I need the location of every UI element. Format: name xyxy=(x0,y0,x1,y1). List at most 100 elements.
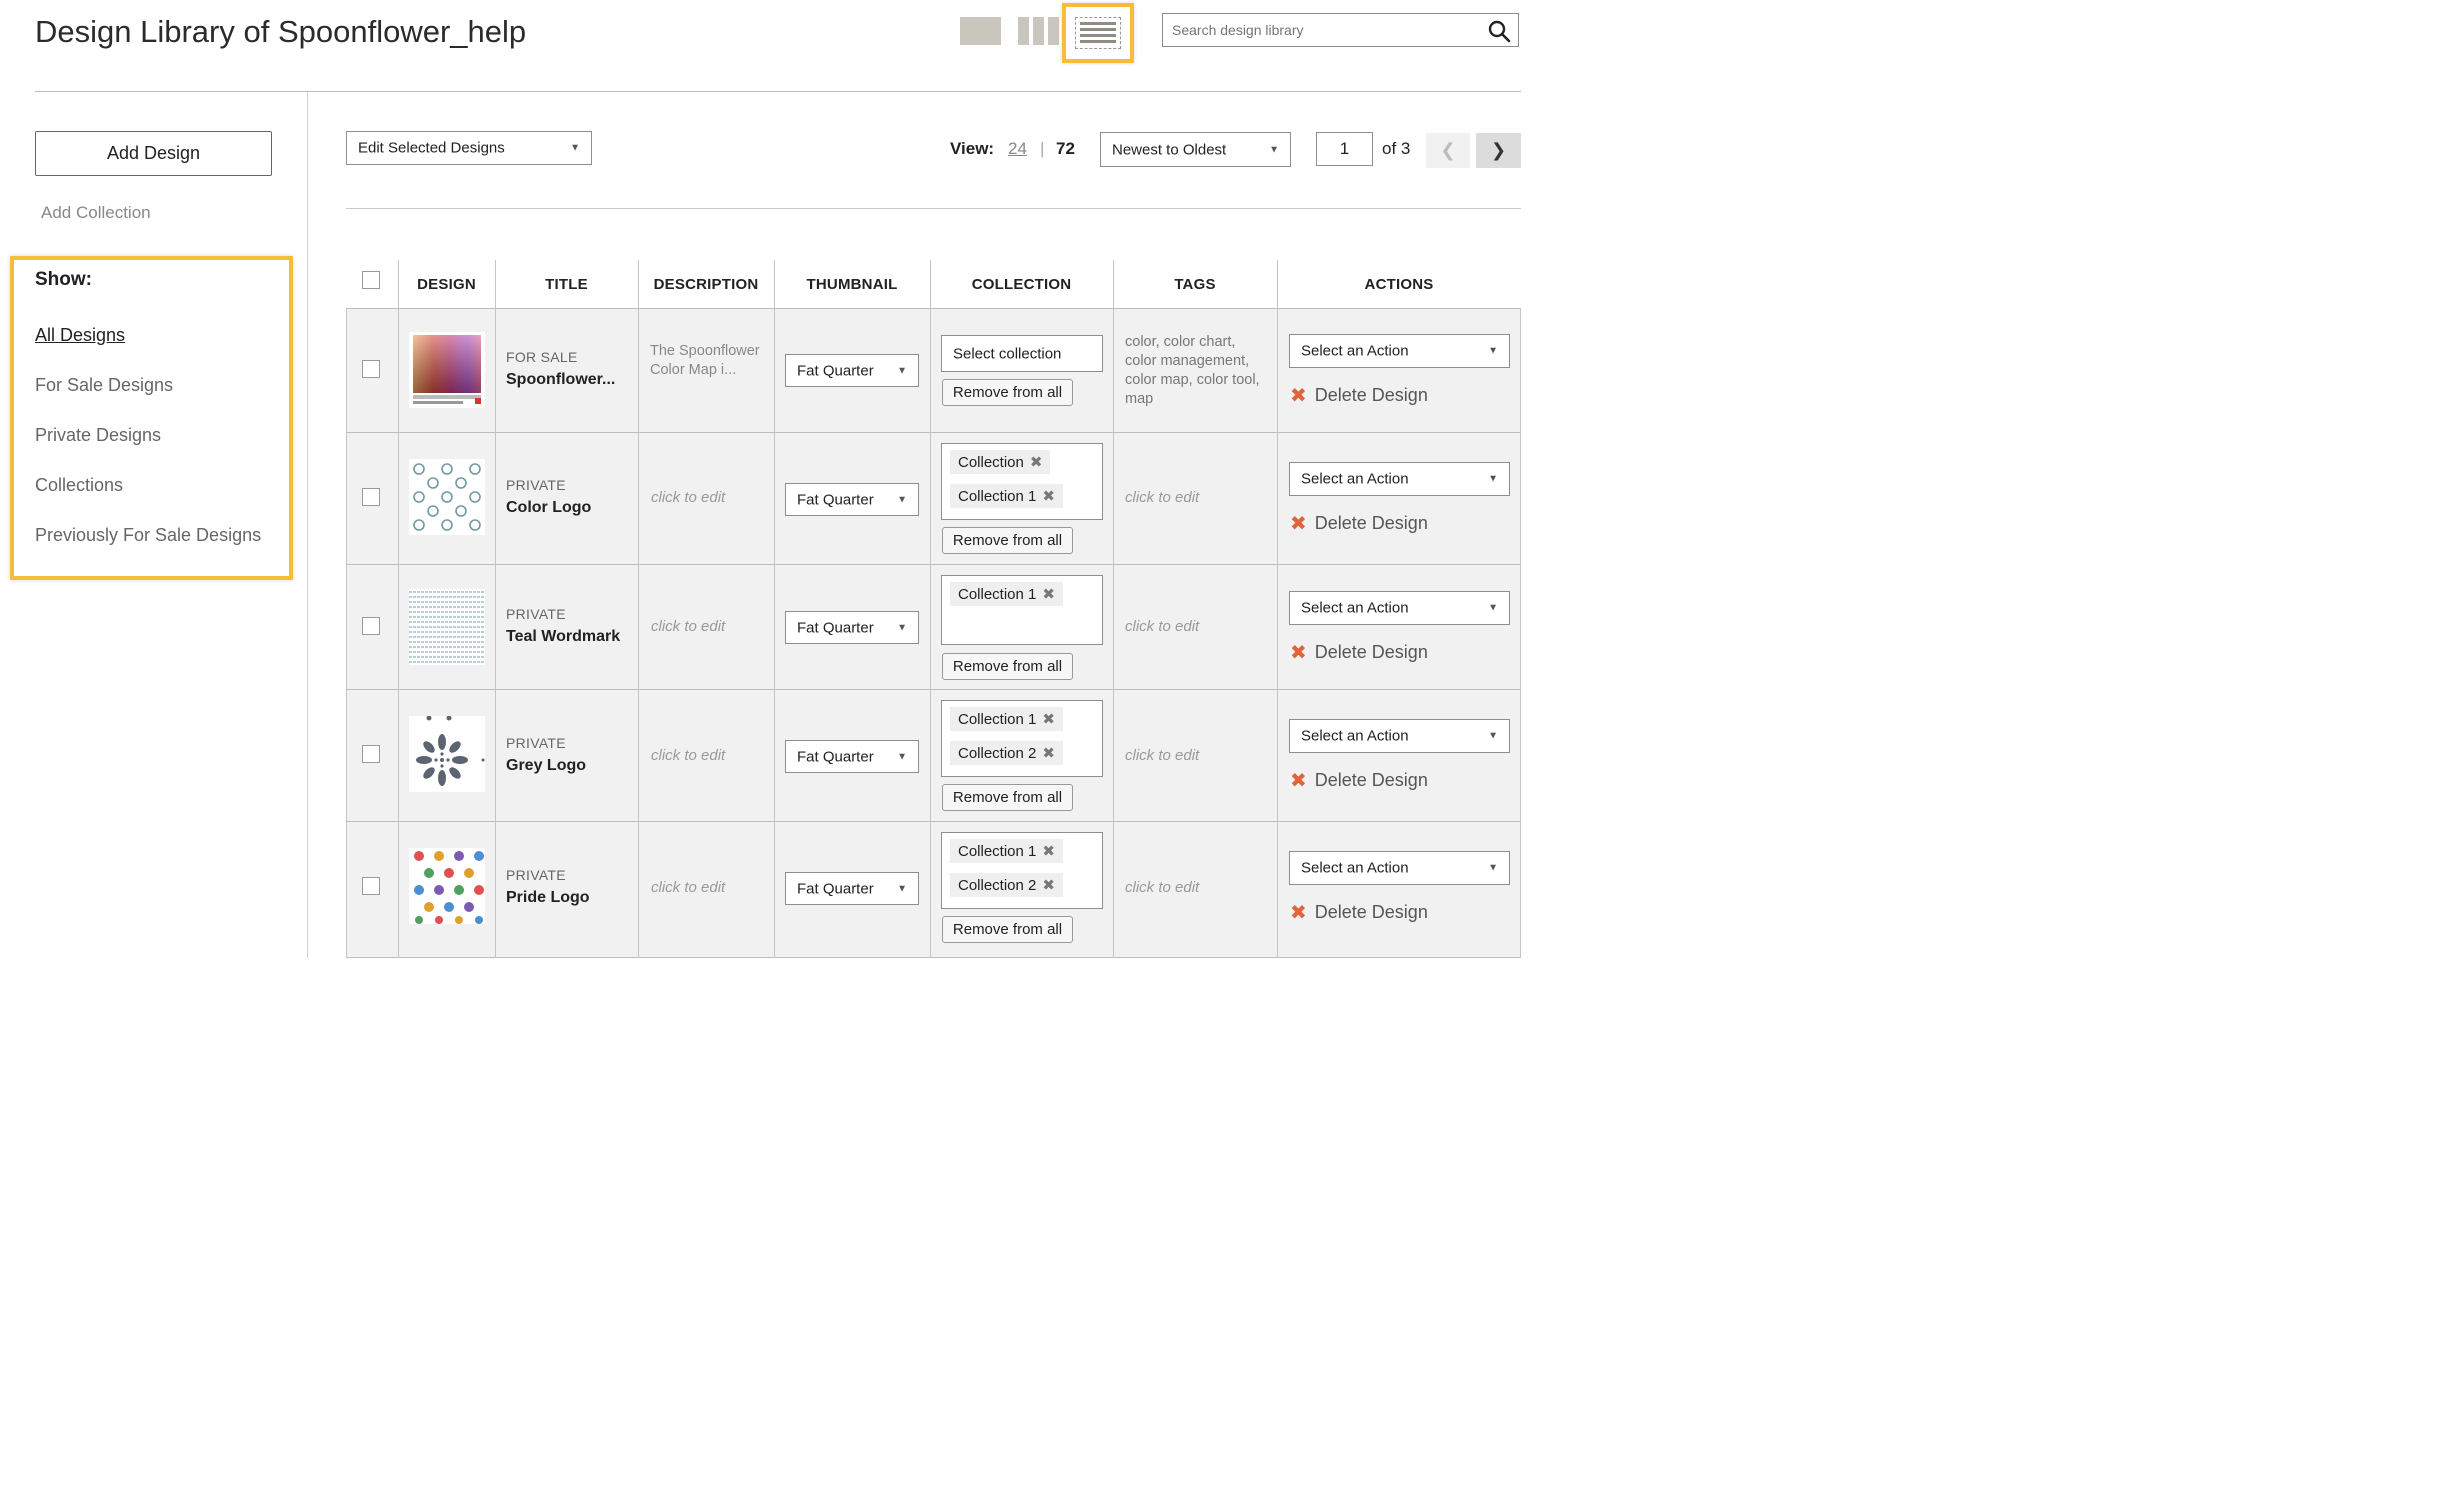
thumbnail-size-dropdown[interactable]: Fat Quarter ▼ xyxy=(785,611,919,644)
view-list-button[interactable] xyxy=(1062,3,1134,63)
action-dropdown[interactable]: Select an Action ▼ xyxy=(1289,462,1510,496)
close-icon[interactable]: ✖ xyxy=(1042,710,1055,728)
view-columns-button[interactable] xyxy=(1018,17,1059,45)
header-collection: COLLECTION xyxy=(971,275,1072,293)
design-description[interactable]: The Spoonflower Color Map i... xyxy=(650,342,760,380)
action-dropdown[interactable]: Select an Action ▼ xyxy=(1289,334,1510,368)
design-thumbnail-color-logo[interactable] xyxy=(409,459,485,535)
header-actions: ACTIONS xyxy=(1364,275,1434,293)
design-title[interactable]: Color Logo xyxy=(506,499,591,517)
collection-chip: Collection 2 ✖ xyxy=(950,741,1063,765)
filter-for-sale-designs[interactable]: For Sale Designs xyxy=(35,375,173,396)
remove-from-all-button[interactable]: Remove from all xyxy=(942,653,1073,680)
header-divider xyxy=(35,91,1521,92)
filter-private-designs[interactable]: Private Designs xyxy=(35,425,161,446)
design-tags[interactable]: color, color chart, color management, co… xyxy=(1125,333,1265,409)
search-input[interactable] xyxy=(1170,21,1474,39)
collection-chip: Collection 1 ✖ xyxy=(950,839,1063,863)
column-divider xyxy=(774,260,775,958)
design-thumbnail-color-map[interactable] xyxy=(409,332,485,408)
action-dropdown-label: Select an Action xyxy=(1301,727,1409,745)
search-icon[interactable] xyxy=(1487,19,1511,43)
description-click-to-edit[interactable]: click to edit xyxy=(651,747,725,764)
design-thumbnail-teal-wordmark[interactable] xyxy=(409,589,485,665)
close-icon[interactable]: ✖ xyxy=(1042,842,1055,860)
thumbnail-size-dropdown[interactable]: Fat Quarter ▼ xyxy=(785,740,919,773)
close-icon[interactable]: ✖ xyxy=(1042,876,1055,894)
row-checkbox[interactable] xyxy=(362,488,380,506)
close-icon: ✖ xyxy=(1290,770,1307,792)
sort-dropdown[interactable]: Newest to Oldest ▼ xyxy=(1100,132,1291,167)
delete-design-button[interactable]: ✖ Delete Design xyxy=(1290,640,1428,665)
view-large-grid-button[interactable] xyxy=(960,17,1001,45)
remove-from-all-button[interactable]: Remove from all xyxy=(942,379,1073,406)
filter-all-designs[interactable]: All Designs xyxy=(35,325,125,346)
search-box[interactable] xyxy=(1162,13,1519,47)
collection-select-label: Select collection xyxy=(953,345,1062,362)
select-all-checkbox[interactable] xyxy=(362,271,380,289)
description-click-to-edit[interactable]: click to edit xyxy=(651,879,725,896)
previous-page-button[interactable]: ❮ xyxy=(1426,133,1470,168)
close-icon[interactable]: ✖ xyxy=(1042,585,1055,603)
design-thumbnail-pride-logo[interactable] xyxy=(409,848,485,924)
description-click-to-edit[interactable]: click to edit xyxy=(651,618,725,635)
show-label: Show: xyxy=(35,269,92,290)
action-dropdown[interactable]: Select an Action ▼ xyxy=(1289,591,1510,625)
collection-select[interactable]: Select collection xyxy=(941,335,1103,372)
header-thumbnail: THUMBNAIL xyxy=(806,275,898,293)
header-title: TITLE xyxy=(545,275,588,293)
table-header: DESIGN TITLE DESCRIPTION THUMBNAIL COLLE… xyxy=(346,260,1521,308)
table-row: PRIVATE Color Logo click to edit Fat Qua… xyxy=(346,432,1521,564)
action-dropdown[interactable]: Select an Action ▼ xyxy=(1289,851,1510,885)
design-thumbnail-grey-logo[interactable] xyxy=(409,715,485,792)
delete-design-button[interactable]: ✖ Delete Design xyxy=(1290,768,1428,793)
remove-from-all-button[interactable]: Remove from all xyxy=(942,527,1073,554)
action-dropdown[interactable]: Select an Action ▼ xyxy=(1289,719,1510,753)
tags-click-to-edit[interactable]: click to edit xyxy=(1125,618,1199,635)
column-divider xyxy=(638,260,639,958)
close-icon[interactable]: ✖ xyxy=(1030,453,1043,471)
description-click-to-edit[interactable]: click to edit xyxy=(651,489,725,506)
add-design-button[interactable]: Add Design xyxy=(35,131,272,176)
delete-design-button[interactable]: ✖ Delete Design xyxy=(1290,511,1428,536)
filter-collections[interactable]: Collections xyxy=(35,475,123,496)
delete-design-button[interactable]: ✖ Delete Design xyxy=(1290,900,1428,925)
edit-selected-dropdown[interactable]: Edit Selected Designs ▼ xyxy=(346,131,592,165)
thumbnail-size-dropdown[interactable]: Fat Quarter ▼ xyxy=(785,872,919,905)
close-icon[interactable]: ✖ xyxy=(1042,744,1055,762)
design-title[interactable]: Teal Wordmark xyxy=(506,628,620,646)
close-icon[interactable]: ✖ xyxy=(1042,487,1055,505)
chevron-down-icon: ▼ xyxy=(1488,345,1498,357)
row-checkbox[interactable] xyxy=(362,745,380,763)
delete-design-label: Delete Design xyxy=(1314,902,1428,922)
toolbar-divider xyxy=(346,208,1521,209)
tags-click-to-edit[interactable]: click to edit xyxy=(1125,489,1199,506)
design-title[interactable]: Pride Logo xyxy=(506,889,590,907)
delete-design-button[interactable]: ✖ Delete Design xyxy=(1290,383,1428,408)
tags-click-to-edit[interactable]: click to edit xyxy=(1125,879,1199,896)
page-number-input[interactable]: 1 xyxy=(1316,132,1373,166)
column-divider xyxy=(1520,308,1521,958)
design-title[interactable]: Spoonflower... xyxy=(506,371,615,389)
view-24-link[interactable]: 24 xyxy=(1008,139,1027,159)
design-title[interactable]: Grey Logo xyxy=(506,757,586,775)
chevron-down-icon: ▼ xyxy=(897,365,907,376)
thumbnail-size-label: Fat Quarter xyxy=(797,748,874,765)
row-checkbox[interactable] xyxy=(362,360,380,378)
remove-from-all-button[interactable]: Remove from all xyxy=(942,916,1073,943)
tags-click-to-edit[interactable]: click to edit xyxy=(1125,747,1199,764)
next-page-button[interactable]: ❯ xyxy=(1476,133,1521,168)
collection-chip: Collection ✖ xyxy=(950,450,1051,474)
filter-previously-for-sale[interactable]: Previously For Sale Designs xyxy=(35,525,261,546)
add-collection-link[interactable]: Add Collection xyxy=(41,203,151,223)
header-design: DESIGN xyxy=(417,275,476,293)
thumbnail-size-dropdown[interactable]: Fat Quarter ▼ xyxy=(785,483,919,516)
row-checkbox[interactable] xyxy=(362,877,380,895)
collection-list: Collection 1 ✖ Collection 2 ✖ xyxy=(941,700,1103,777)
remove-from-all-button[interactable]: Remove from all xyxy=(942,784,1073,811)
row-checkbox[interactable] xyxy=(362,617,380,635)
chevron-down-icon: ▼ xyxy=(570,142,580,154)
view-72-link[interactable]: 72 xyxy=(1056,139,1075,159)
thumbnail-size-dropdown[interactable]: Fat Quarter ▼ xyxy=(785,354,919,387)
collection-chip: Collection 1 ✖ xyxy=(950,582,1063,606)
